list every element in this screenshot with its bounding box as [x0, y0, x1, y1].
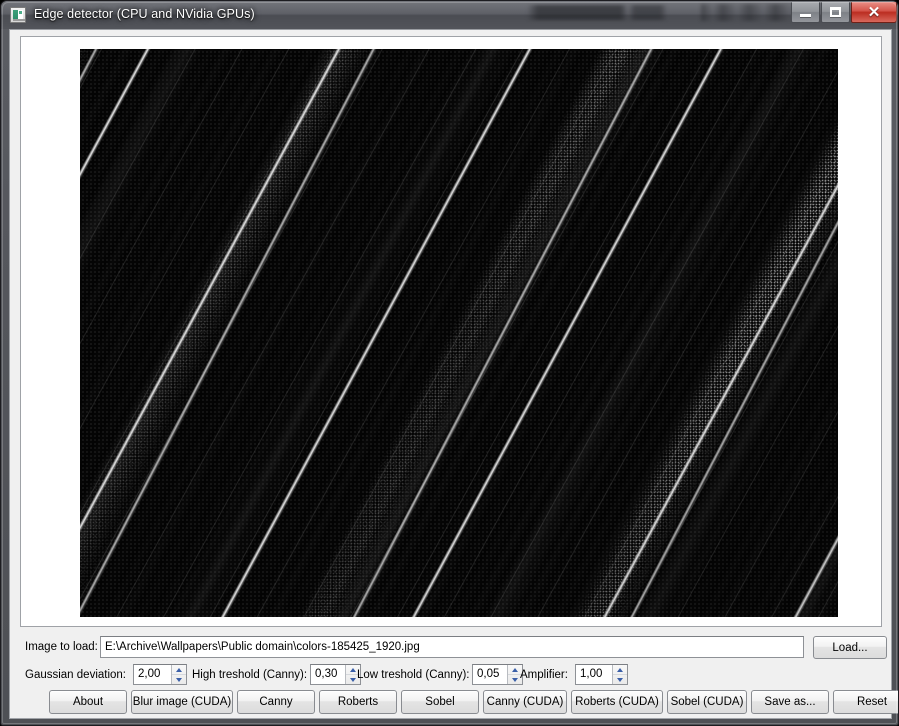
chevron-down-icon — [512, 677, 518, 682]
maximize-icon — [830, 7, 841, 17]
app-icon-screen — [13, 10, 23, 19]
parameters-row: Gaussian deviation: 2,00 High treshold (… — [20, 664, 882, 686]
application-window: Edge detector (CPU and NVidia GPUs) ✕ Im… — [0, 0, 899, 726]
roberts-cuda-button[interactable]: Roberts (CUDA) — [571, 690, 663, 714]
image-texture-bright-edges — [80, 49, 838, 617]
amplifier-group: Amplifier: 1,00 — [520, 664, 635, 686]
gaussian-deviation-decrement[interactable] — [172, 675, 186, 684]
app-icon-green-block — [13, 10, 18, 19]
gaussian-deviation-spinner[interactable]: 2,00 — [133, 664, 187, 685]
gaussian-deviation-value[interactable]: 2,00 — [134, 665, 171, 684]
amplifier-value[interactable]: 1,00 — [576, 665, 612, 684]
chevron-up-icon — [617, 667, 623, 672]
amplifier-label: Amplifier: — [520, 669, 568, 681]
amplifier-increment[interactable] — [613, 665, 627, 675]
gaussian-deviation-group: Gaussian deviation: 2,00 — [25, 664, 187, 686]
high-threshold-label: High treshold (Canny): — [192, 669, 308, 681]
high-threshold-group: High treshold (Canny): 0,30 — [192, 664, 362, 686]
high-threshold-value[interactable]: 0,30 — [311, 665, 345, 684]
chevron-down-icon — [176, 677, 182, 682]
minimize-button[interactable] — [791, 2, 820, 23]
save-as-button[interactable]: Save as... — [751, 690, 829, 714]
client-background: Image to load: E:\Archive\Wallpapers\Pub… — [10, 30, 898, 718]
window-title: Edge detector (CPU and NVidia GPUs) — [34, 7, 255, 21]
canny-button[interactable]: Canny — [237, 690, 315, 714]
reset-button[interactable]: Reset — [833, 690, 898, 714]
image-texture-vignette — [80, 49, 838, 617]
low-threshold-label: Low treshold (Canny): — [357, 669, 470, 681]
canny-cuda-button[interactable]: Canny (CUDA) — [483, 690, 567, 714]
gaussian-deviation-increment[interactable] — [172, 665, 186, 675]
about-button[interactable]: About — [49, 690, 127, 714]
app-window-icon[interactable] — [10, 7, 26, 23]
load-button[interactable]: Load... — [813, 636, 887, 659]
image-path-row: Image to load: E:\Archive\Wallpapers\Pub… — [20, 636, 887, 659]
roberts-button[interactable]: Roberts — [319, 690, 397, 714]
title-bar[interactable]: Edge detector (CPU and NVidia GPUs) ✕ — [1, 1, 898, 29]
minimize-icon — [800, 13, 811, 17]
chevron-up-icon — [176, 667, 182, 672]
app-icon-green-dot — [19, 11, 22, 14]
image-texture-thin-lines — [80, 49, 838, 617]
image-texture-base — [80, 49, 838, 617]
app-icon-base — [13, 19, 25, 21]
image-texture-speckle — [80, 49, 838, 617]
chevron-down-icon — [617, 677, 623, 682]
edge-detected-image[interactable] — [80, 49, 838, 617]
caption-button-group: ✕ — [790, 2, 897, 23]
low-threshold-value[interactable]: 0,05 — [473, 665, 507, 684]
close-button[interactable]: ✕ — [851, 2, 897, 23]
close-icon: ✕ — [867, 3, 881, 21]
sobel-cuda-button[interactable]: Sobel (CUDA) — [667, 690, 747, 714]
blur-image-cuda-button[interactable]: Blur image (CUDA) — [131, 690, 233, 714]
low-threshold-group: Low treshold (Canny): 0,05 — [357, 664, 523, 686]
amplifier-spinner[interactable]: 1,00 — [575, 664, 628, 685]
low-threshold-spinner[interactable]: 0,05 — [472, 664, 523, 685]
image-texture-broad-bands — [80, 49, 838, 617]
image-to-load-label: Image to load: — [25, 641, 98, 653]
image-path-input[interactable]: E:\Archive\Wallpapers\Public domain\colo… — [100, 636, 804, 658]
action-button-row: About Blur image (CUDA) Canny Roberts So… — [20, 690, 898, 714]
client-area: Image to load: E:\Archive\Wallpapers\Pub… — [9, 29, 898, 719]
image-texture-grain — [80, 49, 838, 617]
maximize-button[interactable] — [821, 2, 850, 23]
chevron-up-icon — [350, 667, 356, 672]
image-texture-bright-edges-secondary — [80, 49, 838, 617]
amplifier-decrement[interactable] — [613, 675, 627, 684]
amplifier-spin-buttons — [612, 665, 627, 684]
chevron-down-icon — [350, 677, 356, 682]
image-viewer-panel[interactable] — [20, 36, 882, 627]
chevron-up-icon — [512, 667, 518, 672]
high-threshold-spinner[interactable]: 0,30 — [310, 664, 361, 685]
titlebar-ghost-text — [527, 5, 707, 20]
sobel-button[interactable]: Sobel — [401, 690, 479, 714]
gaussian-deviation-spin-buttons — [171, 665, 186, 684]
gaussian-deviation-label: Gaussian deviation: — [25, 669, 127, 681]
